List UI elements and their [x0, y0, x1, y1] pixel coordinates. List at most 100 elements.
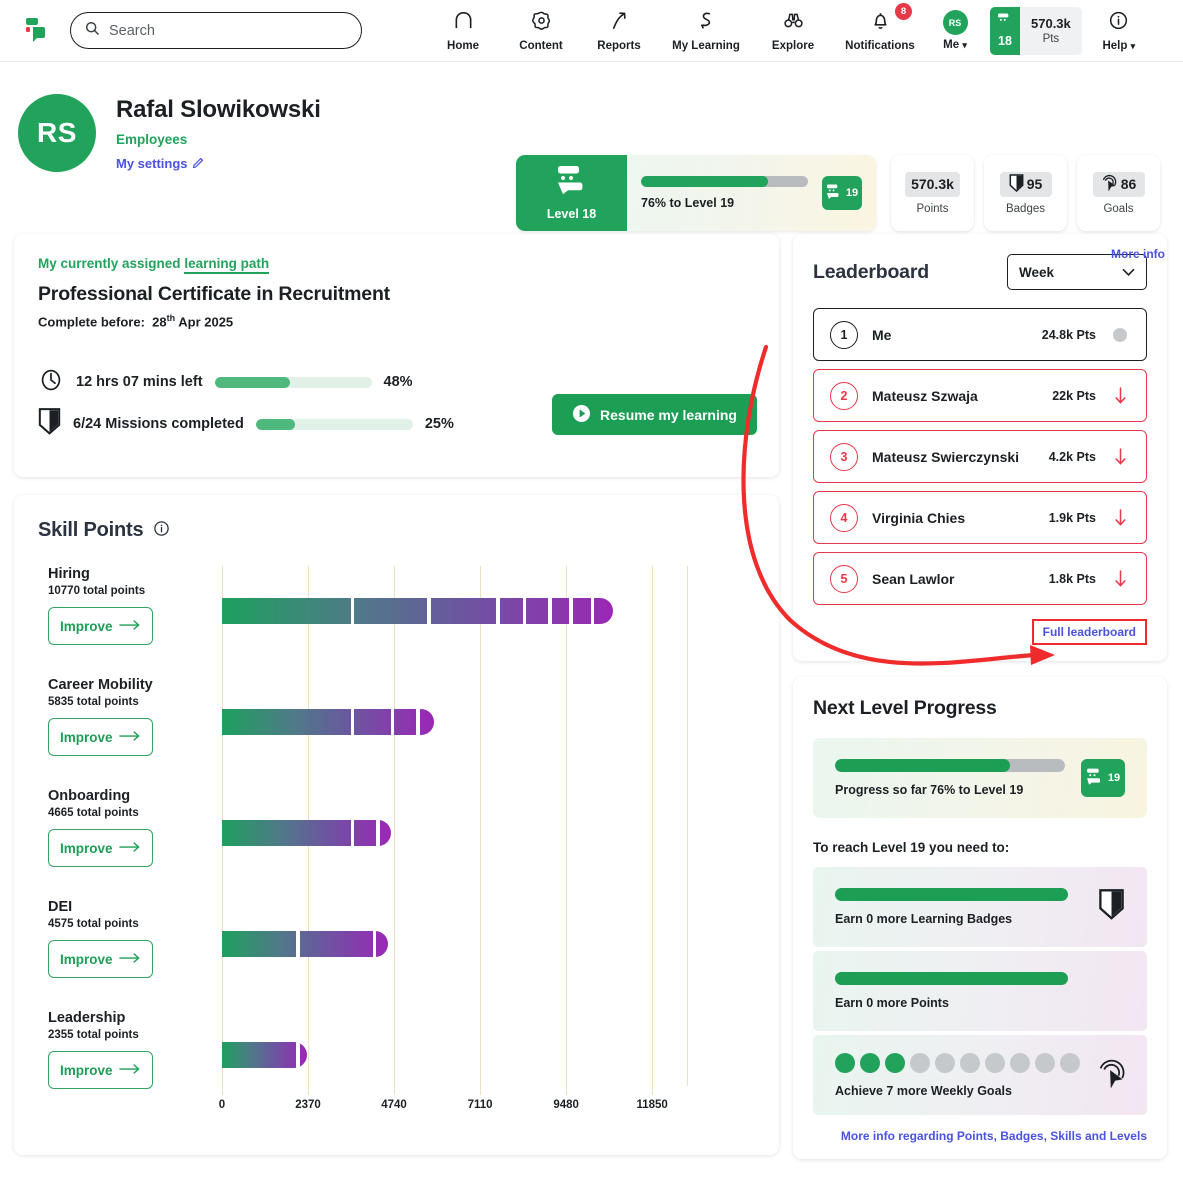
list-item: Earn 0 more Learning Badges [813, 867, 1147, 947]
x-tick [480, 1086, 482, 1095]
speech-bubble-logo-icon[interactable] [14, 14, 60, 48]
nav-item-label: My Learning [672, 39, 740, 52]
avatar: RS [18, 94, 96, 172]
improve-button[interactable]: Improve [48, 829, 153, 867]
next-level-progress-text: Progress so far 76% to Level 19 [835, 783, 1024, 797]
skill-bar[interactable] [222, 1042, 308, 1068]
ribbon-path-icon [696, 10, 717, 36]
improve-button[interactable]: Improve [48, 718, 153, 756]
row-text: 6/24 Missions completed [73, 416, 244, 433]
x-tick-label: 11850 [636, 1099, 668, 1111]
neutral-dot [1113, 327, 1127, 342]
search-input[interactable]: Search [70, 12, 362, 49]
full-leaderboard-link[interactable]: Full leaderboard [1031, 619, 1147, 645]
skill-total-points: 4665 total points [48, 807, 139, 819]
bar-segment-separator [376, 820, 380, 846]
profile-text-block: Rafal Slowikowski Employees My settings [116, 96, 321, 234]
level-progress-body: 76% to Level 19 19 [627, 155, 876, 231]
requirement-label: Achieve 7 more Weekly Goals [835, 1083, 1012, 1098]
nav-item-explore[interactable]: Explore [754, 4, 832, 58]
chart-x-axis: 0 2370 4740 7110 9480 11850 [219, 1086, 755, 1116]
arrow-right-icon [119, 619, 141, 634]
nav-item-me[interactable]: RS Me ▾ [928, 4, 982, 58]
bell-icon [870, 10, 891, 36]
skill-row: DEI 4575 total points Improve [38, 899, 755, 1010]
skill-row: Career Mobility 5835 total points Improve [38, 677, 755, 788]
progress-bar [214, 376, 372, 388]
leaderboard-row[interactable]: 1 Me 24.8k Pts [813, 308, 1147, 361]
nav-item-reports[interactable]: Reports [580, 4, 658, 58]
nav-item-label: Explore [771, 39, 815, 52]
requirement-label: Earn 0 more Points [835, 996, 949, 1010]
nav-item-notifications[interactable]: 8 Notifications [832, 2, 928, 58]
leaderboard-row[interactable]: 3 Mateusz Swierczynski 4.2k Pts [813, 430, 1147, 483]
skill-total-points: 10770 total points [48, 585, 146, 597]
improve-button[interactable]: Improve [48, 940, 153, 978]
info-circle-icon[interactable] [153, 520, 170, 542]
list-item: Achieve 7 more Weekly Goals [813, 1035, 1147, 1115]
my-settings-link[interactable]: My settings [116, 155, 321, 171]
skill-bar[interactable] [222, 598, 613, 624]
skill-name: Onboarding [48, 788, 131, 804]
x-tick-label: 2370 [295, 1099, 321, 1111]
next-level-number: 19 [845, 187, 859, 199]
improve-label: Improve [60, 1062, 113, 1078]
rank-badge: 3 [830, 442, 858, 471]
learning-path-link[interactable]: learning path [184, 256, 270, 274]
improve-button[interactable]: Improve [48, 607, 153, 645]
bar-segment-separator [569, 598, 573, 624]
badge-shield-icon [1009, 173, 1024, 195]
leaderboard-row[interactable]: 5 Sean Lawlor 1.8k Pts [813, 552, 1147, 605]
skill-bar[interactable] [222, 931, 389, 957]
level-badge-icon [555, 165, 589, 200]
goal-dot [835, 1052, 855, 1073]
badge-shield-icon [38, 408, 61, 440]
points-widget[interactable]: 18 570.3k Pts [990, 6, 1082, 55]
badge-shield-icon [1098, 889, 1125, 925]
stat-value: 95 [1026, 176, 1043, 192]
due-label: Complete before: [38, 314, 145, 330]
resume-my-learning-button[interactable]: Resume my learning [552, 394, 757, 435]
stat-card-points[interactable]: 570.3k Points [891, 155, 974, 231]
level-progress-card: Level 18 76% to Level 19 19 [516, 155, 876, 231]
improve-button[interactable]: Improve [48, 1051, 153, 1089]
nav-item-home[interactable]: Home [424, 4, 502, 58]
bar-segment-separator [548, 598, 552, 624]
skill-name: Career Mobility [48, 677, 153, 693]
bar-track [222, 820, 755, 846]
learning-path-due: Complete before: 28th Apr 2025 [38, 313, 755, 329]
next-level-need-heading: To reach Level 19 you need to: [813, 840, 1010, 855]
nav-item-my-learning[interactable]: My Learning [658, 4, 754, 58]
skill-points-card: Skill Points Hiring 10770 total points Imp… [14, 495, 779, 1155]
progress-bar [255, 418, 413, 430]
x-tick [222, 1086, 223, 1095]
right-column: Leaderboard Week 1 Me 24.8k Pts 2 Mateusz Sz… [793, 234, 1167, 1159]
level-progress-fill [641, 176, 768, 187]
stat-card-goals[interactable]: 86 Goals [1077, 155, 1160, 231]
next-level-progress-bar [835, 759, 1065, 772]
leaderboard-row[interactable]: 2 Mateusz Szwaja 22k Pts [813, 369, 1147, 422]
search-icon [85, 21, 100, 41]
skill-bar[interactable] [222, 709, 434, 735]
eyebrow-prefix: My currently assigned [38, 256, 185, 271]
nav-item-help[interactable]: Help ▾ [1086, 4, 1152, 58]
avatar: RS [942, 10, 968, 35]
my-settings-label: My settings [116, 155, 188, 171]
leaderboard-header: Leaderboard Week [813, 254, 1147, 290]
pencil-icon [192, 155, 205, 171]
level-badge-icon [1086, 768, 1105, 788]
x-tick [394, 1086, 396, 1095]
nav-item-label: Help [1102, 39, 1128, 52]
goal-dot [960, 1052, 980, 1073]
skill-bar[interactable] [222, 820, 392, 846]
arrow-right-icon [119, 730, 141, 745]
nav-item-content[interactable]: Content [502, 4, 580, 58]
trend-down-icon [1110, 508, 1130, 527]
trend-down-icon [1110, 447, 1130, 466]
goal-dot [1035, 1052, 1055, 1073]
resume-button-label: Resume my learning [600, 406, 737, 423]
stat-card-badges[interactable]: 95 Badges [984, 155, 1067, 231]
more-info-levels-link[interactable]: More info regarding Points, Badges, Skil… [841, 1129, 1147, 1143]
leaderboard-row[interactable]: 4 Virginia Chies 1.9k Pts [813, 491, 1147, 544]
more-info-link[interactable]: More info [1111, 247, 1165, 261]
